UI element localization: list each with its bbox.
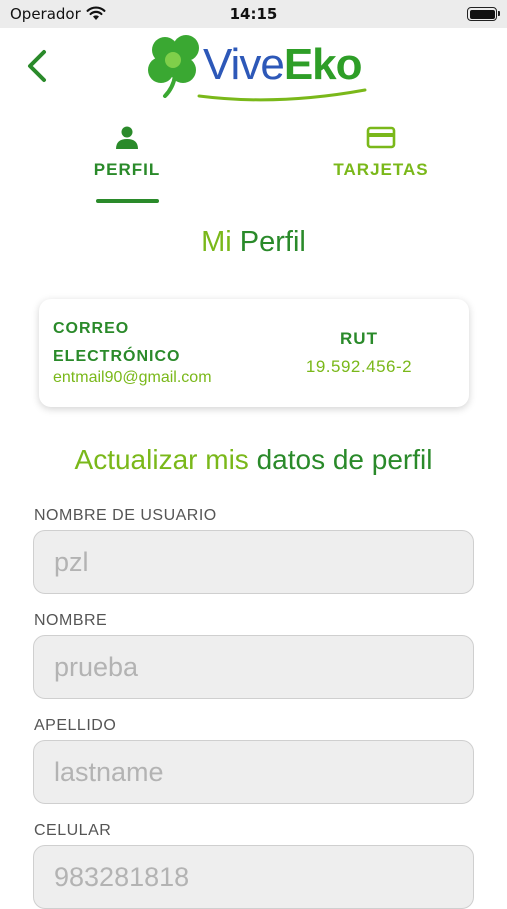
logo-wordmark: ViveEko bbox=[203, 40, 363, 89]
profile-info-card: CORREO ELECTRÓNICO entmail90@gmail.com R… bbox=[39, 299, 469, 407]
logo-swoosh bbox=[197, 88, 367, 102]
chevron-left-icon bbox=[28, 50, 46, 82]
person-icon bbox=[116, 126, 138, 149]
page-title: Mi Perfil bbox=[201, 226, 306, 258]
name-label: NOMBRE bbox=[34, 612, 108, 629]
update-section-title: Actualizar mis datos de perfil bbox=[74, 444, 433, 475]
tab-tarjetas[interactable]: TARJETAS bbox=[311, 120, 451, 206]
name-input[interactable] bbox=[33, 635, 474, 699]
active-tab-indicator bbox=[96, 199, 159, 203]
credit-card-icon bbox=[366, 126, 396, 149]
lastname-label: APELLIDO bbox=[34, 717, 117, 734]
tab-perfil[interactable]: PERFIL bbox=[57, 120, 197, 206]
tab-tarjetas-label: TARJETAS bbox=[333, 160, 429, 179]
email-label: CORREO ELECTRÓNICO bbox=[53, 320, 181, 365]
back-button[interactable] bbox=[22, 46, 56, 86]
phone-input[interactable] bbox=[33, 845, 474, 909]
lastname-input[interactable] bbox=[33, 740, 474, 804]
battery-icon bbox=[467, 7, 500, 21]
email-value: entmail90@gmail.com bbox=[53, 369, 212, 386]
status-time: 14:15 bbox=[229, 5, 278, 23]
username-input[interactable] bbox=[33, 530, 474, 594]
tab-perfil-label: PERFIL bbox=[93, 160, 161, 179]
status-bar: Operador 14:15 bbox=[0, 0, 507, 28]
app-logo: ViveEko bbox=[145, 32, 367, 102]
username-label: NOMBRE DE USUARIO bbox=[34, 507, 217, 524]
rut-label: RUT bbox=[340, 329, 378, 348]
phone-label: CELULAR bbox=[34, 822, 112, 839]
rut-value: 19.592.456-2 bbox=[305, 357, 413, 376]
